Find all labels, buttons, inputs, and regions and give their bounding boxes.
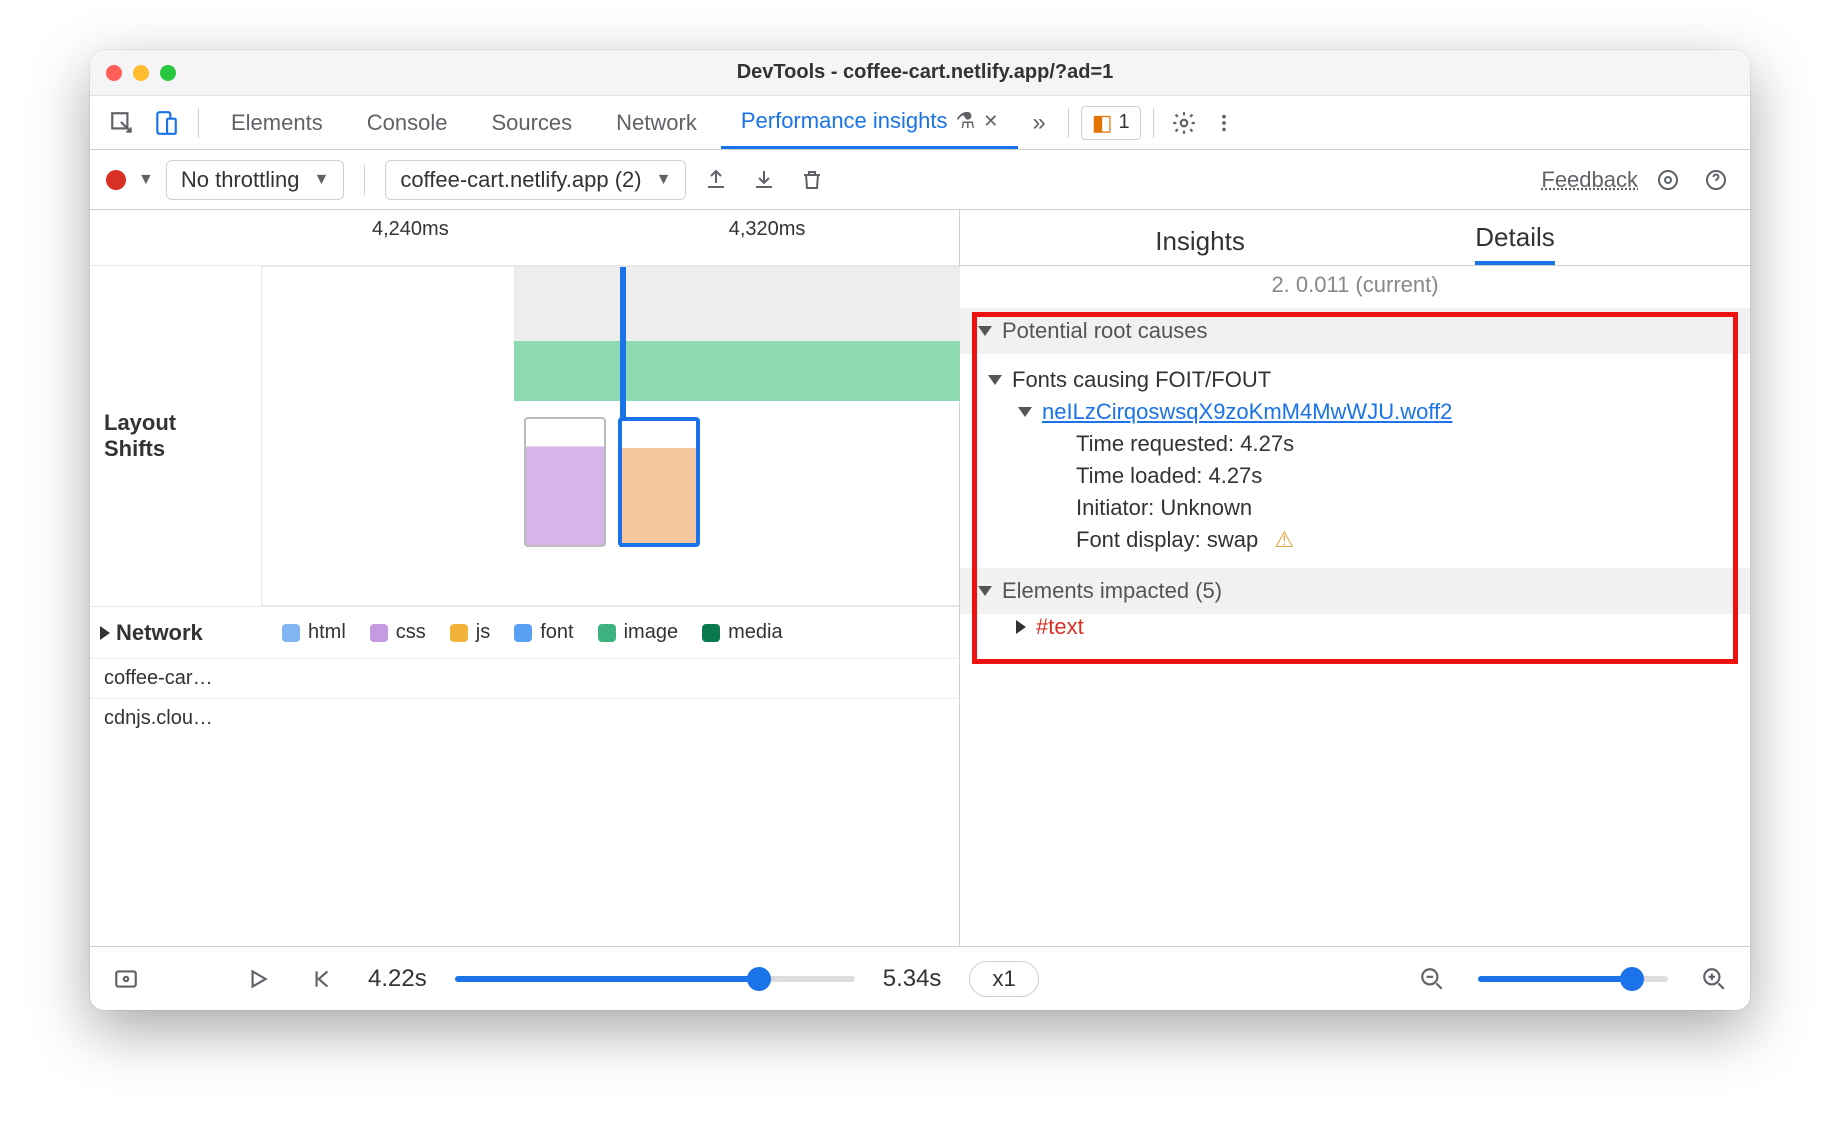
help-icon[interactable] (1698, 162, 1734, 198)
export-icon[interactable] (698, 162, 734, 198)
separator (1153, 108, 1154, 138)
page-select-value: coffee-cart.netlify.app (2) (400, 167, 641, 193)
details-pane: Insights Details 2. 0.011 (current) Pote… (960, 210, 1750, 946)
ruler-tick: 4,240ms (372, 218, 449, 265)
tab-label: Console (367, 110, 448, 136)
separator (364, 165, 365, 195)
expand-icon (100, 626, 110, 640)
track-block-green (514, 341, 960, 401)
throttling-value: No throttling (181, 167, 300, 193)
zoom-in-icon[interactable] (1696, 961, 1732, 997)
issues-count: 1 (1118, 111, 1129, 134)
tab-console[interactable]: Console (347, 96, 468, 149)
details-tabs: Insights Details (960, 210, 1750, 266)
network-row-item[interactable]: cdnjs.clou… (90, 698, 959, 738)
separator (198, 108, 199, 138)
delete-icon[interactable] (794, 162, 830, 198)
legend-image: image (598, 621, 678, 644)
throttling-select[interactable]: No throttling ▼ (166, 160, 344, 200)
panel-tabs: Elements Console Sources Network Perform… (90, 96, 1750, 150)
skip-start-icon[interactable] (304, 961, 340, 997)
highlight-box (972, 312, 1738, 664)
tab-network[interactable]: Network (596, 96, 717, 149)
playback-bar: 4.22s 5.34s x1 (90, 946, 1750, 1010)
network-label-text: Network (116, 620, 203, 646)
panel-settings-icon[interactable] (1650, 162, 1686, 198)
tab-sources[interactable]: Sources (471, 96, 592, 149)
time-end: 5.34s (883, 965, 942, 993)
separator (1068, 108, 1069, 138)
slider-fill (455, 976, 755, 982)
settings-icon[interactable] (1166, 105, 1202, 141)
tab-label: Network (616, 110, 697, 136)
tab-elements[interactable]: Elements (211, 96, 343, 149)
tab-performance-insights[interactable]: Performance insights ⚗ ✕ (721, 96, 1018, 149)
time-start: 4.22s (368, 965, 427, 993)
tab-label: Sources (491, 110, 572, 136)
content: 4,240ms 4,320ms Layout Shifts Network (90, 210, 1750, 946)
devtools-window: DevTools - coffee-cart.netlify.app/?ad=1… (90, 50, 1750, 1010)
kebab-menu-icon[interactable] (1206, 105, 1242, 141)
details-body: 2. 0.011 (current) Potential root causes… (960, 266, 1750, 946)
layout-shifts-track[interactable] (262, 266, 959, 606)
tab-details[interactable]: Details (1475, 222, 1554, 265)
cls-current-line: 2. 0.011 (current) (960, 266, 1750, 308)
page-select[interactable]: coffee-cart.netlify.app (2) ▼ (385, 160, 686, 200)
chevron-down-icon: ▼ (656, 171, 672, 189)
network-list: coffee-car… cdnjs.clou… (90, 658, 959, 738)
tab-insights[interactable]: Insights (1155, 226, 1245, 265)
titlebar: DevTools - coffee-cart.netlify.app/?ad=1 (90, 50, 1750, 96)
legend-html: html (282, 621, 346, 644)
layout-shifts-label: Layout Shifts (90, 266, 262, 606)
play-icon[interactable] (240, 961, 276, 997)
legend-css: css (370, 621, 426, 644)
more-tabs-button[interactable]: » (1022, 109, 1055, 137)
issues-badge[interactable]: ◧ 1 (1081, 106, 1141, 140)
tab-label: Performance insights (741, 108, 948, 134)
toggle-view-icon[interactable] (108, 961, 144, 997)
zoom-out-icon[interactable] (1414, 961, 1450, 997)
insights-toolbar: ▼ No throttling ▼ coffee-cart.netlify.ap… (90, 150, 1750, 210)
slider-thumb[interactable] (747, 967, 771, 991)
layout-shifts-row: Layout Shifts (90, 266, 959, 606)
record-menu-caret-icon[interactable]: ▼ (138, 171, 154, 189)
feedback-link[interactable]: Feedback (1541, 167, 1638, 193)
close-tab-icon[interactable]: ✕ (983, 111, 998, 132)
playback-slider[interactable] (455, 976, 855, 982)
chevron-down-icon: ▼ (313, 171, 329, 189)
legend-font: font (514, 621, 573, 644)
warning-icon: ◧ (1092, 110, 1113, 136)
layout-shift-thumbnail[interactable] (524, 417, 606, 547)
legend-js: js (450, 621, 490, 644)
import-icon[interactable] (746, 162, 782, 198)
zoom-slider[interactable] (1478, 976, 1668, 982)
slider-thumb[interactable] (1620, 967, 1644, 991)
timeline-ruler: 4,240ms 4,320ms (90, 210, 959, 266)
inspect-element-icon[interactable] (102, 103, 142, 143)
network-row-item[interactable]: coffee-car… (90, 658, 959, 698)
flask-icon: ⚗ (956, 108, 976, 134)
network-label[interactable]: Network (90, 620, 262, 646)
window-title: DevTools - coffee-cart.netlify.app/?ad=1 (116, 61, 1734, 84)
record-button[interactable] (106, 170, 126, 190)
device-toolbar-icon[interactable] (146, 103, 186, 143)
slider-fill (1478, 976, 1628, 982)
timeline-pane: 4,240ms 4,320ms Layout Shifts Network (90, 210, 960, 946)
playback-speed[interactable]: x1 (969, 961, 1038, 997)
network-legend-row: Network html css js font image media (90, 606, 959, 658)
network-legend: html css js font image media (262, 621, 959, 644)
legend-media: media (702, 621, 782, 644)
ruler-tick: 4,320ms (729, 218, 806, 265)
tab-label: Elements (231, 110, 323, 136)
layout-shift-thumbnail-selected[interactable] (618, 417, 700, 547)
